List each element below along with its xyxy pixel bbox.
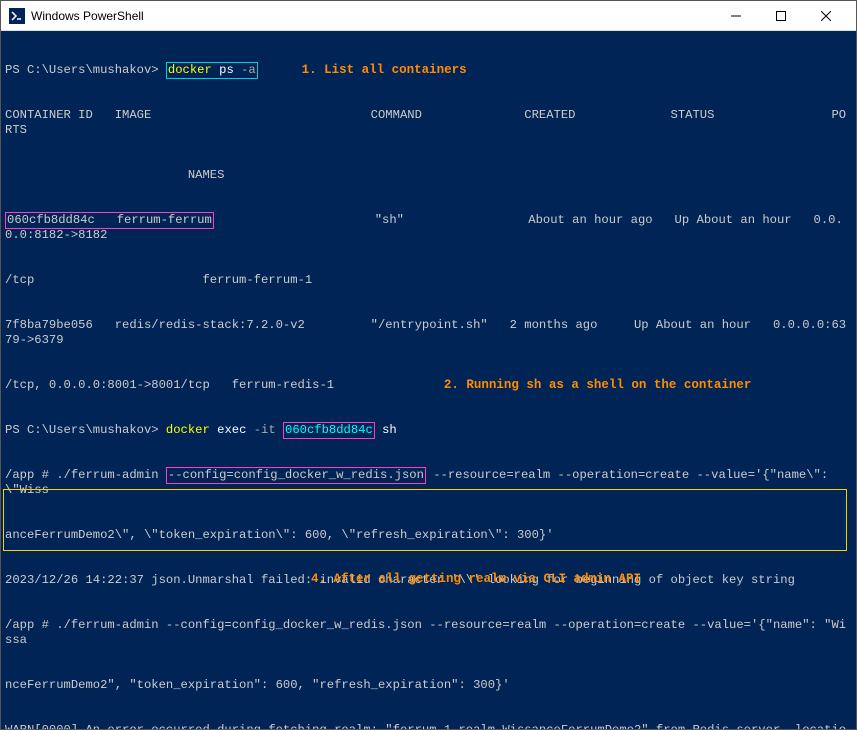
minimize-button[interactable] — [713, 2, 758, 30]
docker-ps-highlight: docker ps -a — [166, 62, 258, 79]
term-line: nceFerrumDemo2", "token_expiration": 600… — [5, 678, 852, 693]
term-line: anceFerrumDemo2\", \"token_expiration\":… — [5, 528, 852, 543]
maximize-button[interactable] — [758, 2, 803, 30]
config-highlight-1: --config=config_docker_w_redis.json — [166, 467, 426, 484]
powershell-window: Windows PowerShell PS C:\Users\mushakov>… — [0, 0, 857, 730]
container1-highlight: 060cfb8dd84c ferrum-ferrum — [5, 212, 214, 229]
titlebar: Windows PowerShell — [1, 1, 856, 31]
container-row-2: 7f8ba79be056 redis/redis-stack:7.2.0-v2 … — [5, 318, 852, 348]
annotation-1: 1. List all containers — [302, 63, 467, 77]
header-line-2: NAMES — [5, 168, 852, 183]
container-row-1b: /tcp ferrum-ferrum-1 — [5, 273, 852, 288]
terminal-area[interactable]: PS C:\Users\mushakov> docker ps -a 1. Li… — [1, 31, 856, 729]
container-row-1: 060cfb8dd84c ferrum-ferrum "sh" About an… — [5, 213, 852, 243]
prompt-path: PS C:\Users\mushakov> — [5, 63, 159, 77]
container-id-highlight: 060cfb8dd84c — [283, 422, 375, 439]
close-button[interactable] — [803, 2, 848, 30]
term-line: /app # ./ferrum-admin --config=config_do… — [5, 618, 852, 648]
header-line: CONTAINER ID IMAGE COMMAND CREATED STATU… — [5, 108, 852, 138]
annotation-5: 4. After all getting realm via CLI admin… — [311, 572, 641, 587]
term-line: WARN[0000] An error occurred during fetc… — [5, 723, 852, 729]
container-row-2b: /tcp, 0.0.0.0:8001->8001/tcp ferrum-redi… — [5, 378, 852, 393]
term-line: /app # ./ferrum-admin --config=config_do… — [5, 468, 852, 498]
powershell-icon — [9, 8, 25, 24]
annotation-2: 2. Running sh as a shell on the containe… — [444, 378, 752, 392]
titlebar-controls — [713, 2, 848, 30]
window-title: Windows PowerShell — [31, 9, 713, 23]
prompt-line-2: PS C:\Users\mushakov> docker exec -it 06… — [5, 423, 852, 438]
prompt-line-1: PS C:\Users\mushakov> docker ps -a 1. Li… — [5, 63, 852, 78]
